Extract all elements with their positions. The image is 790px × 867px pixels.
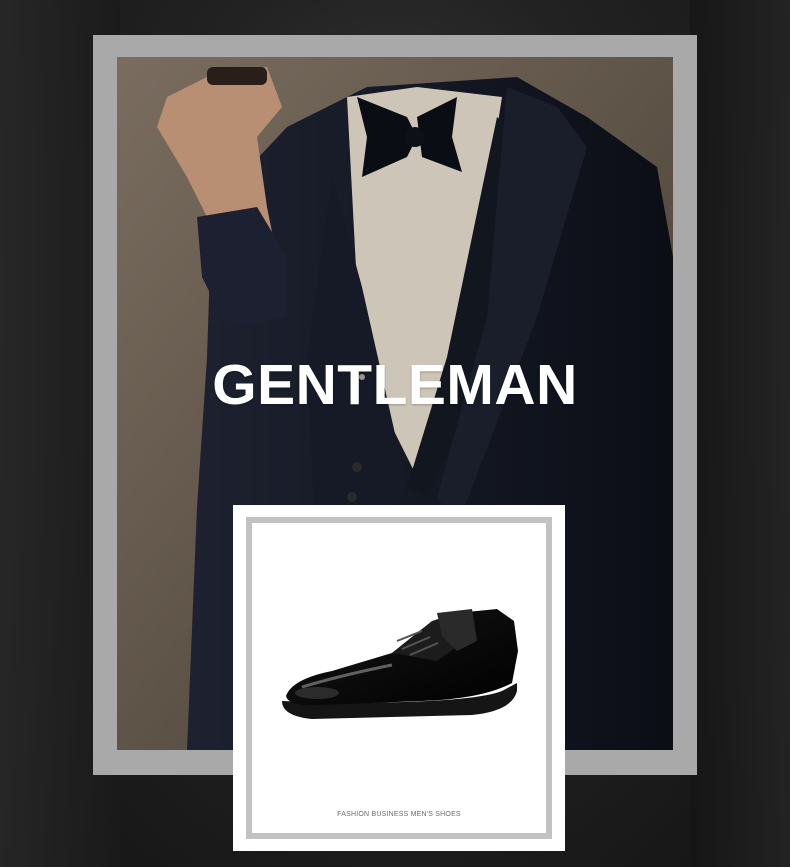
headline-title: GENTLEMAN bbox=[212, 353, 578, 417]
product-caption: FASHION BUSINESS MEN'S SHOES bbox=[337, 811, 461, 818]
product-card-frame: FASHION BUSINESS MEN'S SHOES bbox=[246, 517, 552, 839]
shoe-image bbox=[282, 609, 518, 719]
product-card: FASHION BUSINESS MEN'S SHOES bbox=[233, 505, 565, 851]
